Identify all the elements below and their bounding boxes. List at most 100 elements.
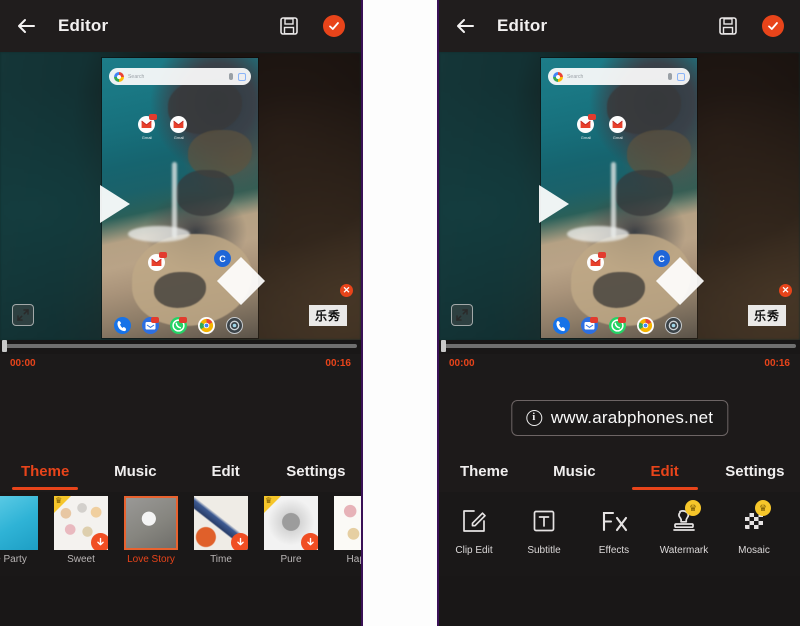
tab-label: Settings xyxy=(725,462,785,480)
back-arrow-icon[interactable] xyxy=(14,13,40,39)
theme-thumbnail[interactable] xyxy=(0,496,38,550)
tab-label: Edit xyxy=(650,462,679,480)
timeline-track[interactable] xyxy=(4,344,357,348)
dock-messages-icon[interactable] xyxy=(142,317,159,334)
edit-tool-carousel[interactable]: Clip Edit Subtitle Effects ♛ Watermark ♛… xyxy=(439,492,800,576)
google-search-bar[interactable]: Search xyxy=(109,68,251,85)
tab-settings[interactable]: Settings xyxy=(710,463,800,482)
site-watermark-chip: i www.arabphones.net xyxy=(510,400,729,436)
play-triangle-icon[interactable] xyxy=(539,185,569,223)
tab-edit[interactable]: Edit xyxy=(181,463,271,482)
theme-item[interactable]: Happy xyxy=(326,496,361,565)
home-app-chat[interactable]: C xyxy=(653,250,670,267)
floppy-save-icon[interactable] xyxy=(718,16,738,36)
tool-effects[interactable]: Effects xyxy=(579,504,649,556)
timeline-scrubber-right[interactable] xyxy=(439,340,800,354)
app-watermark: 乐秀 xyxy=(747,305,786,326)
theme-item[interactable]: Time xyxy=(186,496,256,565)
home-app-gmail[interactable] xyxy=(609,116,626,133)
tool-multi[interactable]: Multi xyxy=(789,504,800,556)
dock-chrome-icon[interactable] xyxy=(637,317,654,334)
tab-music[interactable]: Music xyxy=(529,463,619,482)
theme-thumbnail[interactable] xyxy=(124,496,178,550)
tool-watermark[interactable]: ♛ Watermark xyxy=(649,500,719,556)
google-search-bar[interactable]: Search xyxy=(548,68,690,85)
tool-mosaic[interactable]: ♛ Mosaic xyxy=(719,500,789,556)
time-start-label: 00:00 xyxy=(449,358,475,369)
theme-thumbnail[interactable] xyxy=(194,496,248,550)
tab-label: Theme xyxy=(459,462,509,480)
home-app-gmail[interactable] xyxy=(138,114,157,133)
theme-label: Time xyxy=(210,554,232,565)
tool-label: Mosaic xyxy=(738,545,770,556)
tab-theme[interactable]: Theme xyxy=(0,462,90,490)
theme-thumbnail[interactable] xyxy=(334,496,361,550)
theme-label: Happy xyxy=(346,554,361,565)
timeline-scrubber-left[interactable] xyxy=(0,340,361,354)
tool-label: Subtitle xyxy=(527,545,561,556)
tab-label: Theme xyxy=(20,462,70,480)
floppy-save-icon[interactable] xyxy=(279,16,299,36)
download-badge-icon[interactable] xyxy=(231,533,248,550)
check-circle-icon[interactable] xyxy=(323,15,345,37)
home-app-label: Gmail xyxy=(612,135,624,140)
dock-camera-icon[interactable] xyxy=(665,317,682,334)
theme-item[interactable]: ♛ Sweet xyxy=(46,496,116,565)
back-arrow-icon[interactable] xyxy=(453,13,479,39)
home-app-gmail[interactable] xyxy=(148,252,167,271)
timeline-track[interactable] xyxy=(443,344,796,348)
dock-messages-icon[interactable] xyxy=(581,317,598,334)
tab-settings[interactable]: Settings xyxy=(271,463,361,482)
tab-music[interactable]: Music xyxy=(90,463,180,482)
home-app-gmail[interactable] xyxy=(170,116,187,133)
tool-label: Watermark xyxy=(659,545,709,556)
wallpaper-foam xyxy=(567,226,629,242)
wallpaper-foam xyxy=(611,162,616,238)
google-lens-icon[interactable] xyxy=(238,72,246,81)
theme-thumbnail[interactable]: ♛ xyxy=(54,496,108,550)
timeline-handle[interactable] xyxy=(2,340,7,352)
effects-fx-icon xyxy=(597,504,631,538)
video-preview-right[interactable]: Search Gmail Gmail C ✕ 乐秀 xyxy=(439,52,800,340)
tool-subtitle[interactable]: Subtitle xyxy=(509,504,579,556)
app-watermark: 乐秀 xyxy=(308,305,347,326)
theme-thumbnail[interactable]: ♛ xyxy=(264,496,318,550)
google-lens-icon[interactable] xyxy=(677,72,685,81)
home-app-gmail[interactable] xyxy=(587,252,606,271)
theme-item-selected[interactable]: Love Story xyxy=(116,496,186,565)
theme-item[interactable]: ♛ Pure xyxy=(256,496,326,565)
fullscreen-expand-icon[interactable] xyxy=(451,304,473,326)
app-header-left: Editor xyxy=(0,0,361,52)
right-phone-panel: Editor Search Gmail Gmail C ✕ 乐秀 00:00 0… xyxy=(437,0,800,626)
home-app-label: Gmail xyxy=(141,135,153,140)
download-badge-icon[interactable] xyxy=(91,533,108,550)
video-preview-left[interactable]: Search Gmail Gmail C ✕ 乐秀 xyxy=(0,52,361,340)
watermark-close-icon[interactable]: ✕ xyxy=(779,284,792,297)
check-circle-icon[interactable] xyxy=(762,15,784,37)
fullscreen-expand-icon[interactable] xyxy=(12,304,34,326)
tool-label: Multi xyxy=(789,545,800,556)
dock-chrome-icon[interactable] xyxy=(198,317,215,334)
theme-label: Sweet xyxy=(67,554,95,565)
watermark-close-icon[interactable]: ✕ xyxy=(340,284,353,297)
timeline-handle[interactable] xyxy=(441,340,446,352)
crown-glyph-icon: ♛ xyxy=(265,496,273,505)
tool-clip-edit[interactable]: Clip Edit xyxy=(439,504,509,556)
dock-camera-icon[interactable] xyxy=(226,317,243,334)
dock-whatsapp-icon[interactable] xyxy=(170,317,187,334)
microphone-icon[interactable] xyxy=(668,73,672,80)
dock-whatsapp-icon[interactable] xyxy=(609,317,626,334)
tab-edit[interactable]: Edit xyxy=(620,462,710,490)
theme-item[interactable]: e Party xyxy=(0,496,46,565)
time-end-label: 00:16 xyxy=(325,358,351,369)
microphone-icon[interactable] xyxy=(229,73,233,80)
theme-carousel[interactable]: e Party ♛ Sweet Love Story xyxy=(0,492,361,576)
dock-phone-icon[interactable] xyxy=(114,317,131,334)
play-triangle-icon[interactable] xyxy=(100,185,130,223)
tab-label: Music xyxy=(553,462,596,480)
dock-phone-icon[interactable] xyxy=(553,317,570,334)
home-app-gmail[interactable] xyxy=(577,114,596,133)
home-app-chat[interactable]: C xyxy=(214,250,231,267)
tab-theme[interactable]: Theme xyxy=(439,463,529,482)
download-badge-icon[interactable] xyxy=(301,533,318,550)
